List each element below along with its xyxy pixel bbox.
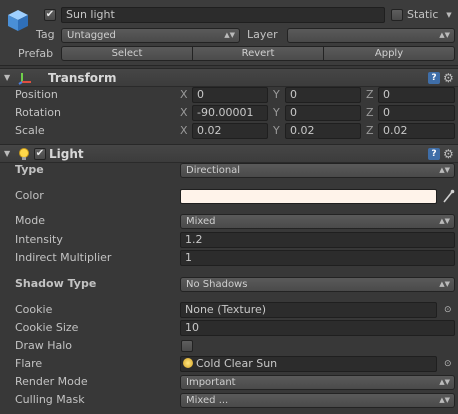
transform-header[interactable]: ▼ Transform ? ⚙ bbox=[0, 68, 458, 87]
chevron-updown-icon: ▲▼ bbox=[439, 31, 450, 39]
axis-z-label: Z bbox=[366, 124, 374, 137]
position-z-field[interactable]: 0 bbox=[378, 87, 455, 103]
type-label: Type bbox=[15, 163, 44, 176]
cookie-size-label: Cookie Size bbox=[15, 321, 79, 334]
indirect-multiplier-field[interactable]: 1 bbox=[180, 250, 455, 266]
static-checkbox[interactable] bbox=[391, 9, 403, 21]
cookie-field[interactable]: None (Texture) bbox=[180, 302, 437, 318]
intensity-field[interactable]: 1.2 bbox=[180, 232, 455, 248]
tag-label: Tag bbox=[36, 28, 55, 41]
tag-value: Untagged bbox=[67, 30, 116, 41]
position-y-field[interactable]: 0 bbox=[285, 87, 361, 103]
rotation-y-field[interactable]: 0 bbox=[285, 105, 361, 121]
prefab-select-button[interactable]: Select bbox=[61, 46, 193, 61]
culling-mask-value: Mixed ... bbox=[186, 395, 229, 406]
cookie-size-field[interactable]: 10 bbox=[180, 320, 455, 336]
object-picker-icon[interactable]: ⊙ bbox=[444, 358, 452, 370]
scale-y-field[interactable]: 0.02 bbox=[285, 123, 361, 139]
culling-mask-dropdown[interactable]: Mixed ... ▲▼ bbox=[180, 393, 455, 408]
rotation-x-field[interactable]: -90.00001 bbox=[192, 105, 268, 121]
prefab-label: Prefab bbox=[18, 47, 54, 60]
position-x-field[interactable]: 0 bbox=[192, 87, 268, 103]
scale-x-field[interactable]: 0.02 bbox=[192, 123, 268, 139]
rotation-z-field[interactable]: 0 bbox=[378, 105, 455, 121]
mode-dropdown[interactable]: Mixed ▲▼ bbox=[180, 214, 455, 229]
chevron-updown-icon: ▲▼ bbox=[439, 217, 450, 225]
layer-dropdown[interactable]: ▲▼ bbox=[287, 28, 455, 43]
chevron-updown-icon: ▲▼ bbox=[439, 396, 450, 404]
lightbulb-icon bbox=[17, 147, 31, 161]
axis-z-label: Z bbox=[366, 88, 374, 101]
prefab-revert-button[interactable]: Revert bbox=[192, 46, 324, 61]
axis-x-label: X bbox=[180, 106, 188, 119]
object-name-field[interactable]: Sun light bbox=[61, 7, 385, 23]
gear-icon[interactable]: ⚙ bbox=[443, 148, 454, 160]
light-title: Light bbox=[49, 147, 84, 161]
render-mode-value: Important bbox=[186, 377, 236, 388]
flare-asset-icon bbox=[183, 358, 193, 368]
culling-mask-label: Culling Mask bbox=[15, 393, 85, 406]
color-swatch[interactable] bbox=[180, 189, 437, 204]
flare-field[interactable]: Cold Clear Sun bbox=[180, 356, 437, 372]
render-mode-label: Render Mode bbox=[15, 375, 88, 388]
chevron-updown-icon: ▲▼ bbox=[439, 378, 450, 386]
scale-label: Scale bbox=[15, 124, 45, 137]
shadow-type-dropdown[interactable]: No Shadows ▲▼ bbox=[180, 277, 455, 292]
render-mode-dropdown[interactable]: Important ▲▼ bbox=[180, 375, 455, 390]
tag-dropdown[interactable]: Untagged ▲▼ bbox=[61, 28, 240, 43]
type-dropdown[interactable]: Directional ▲▼ bbox=[180, 163, 455, 178]
type-value: Directional bbox=[186, 165, 241, 176]
help-book-icon[interactable]: ? bbox=[428, 148, 440, 160]
indirect-multiplier-label: Indirect Multiplier bbox=[15, 251, 112, 264]
mode-value: Mixed bbox=[186, 216, 216, 227]
flare-value: Cold Clear Sun bbox=[196, 357, 278, 370]
static-label: Static bbox=[407, 8, 439, 21]
flare-label: Flare bbox=[15, 357, 43, 370]
gameobject-header: ✔ Sun light Static ▼ Tag Untagged ▲▼ Laye… bbox=[0, 0, 458, 66]
axis-x-label: X bbox=[180, 88, 188, 101]
cube-icon bbox=[6, 8, 30, 32]
shadow-type-value: No Shadows bbox=[186, 279, 248, 290]
mode-label: Mode bbox=[15, 214, 45, 227]
color-label: Color bbox=[15, 189, 44, 202]
layer-label: Layer bbox=[247, 28, 278, 41]
prefab-apply-button[interactable]: Apply bbox=[323, 46, 455, 61]
eyedropper-icon[interactable] bbox=[441, 189, 455, 204]
chevron-updown-icon: ▲▼ bbox=[439, 280, 450, 288]
static-dropdown-arrow[interactable]: ▼ bbox=[443, 9, 455, 21]
axis-z-label: Z bbox=[366, 106, 374, 119]
intensity-label: Intensity bbox=[15, 233, 63, 246]
foldout-arrow-icon[interactable]: ▼ bbox=[4, 72, 10, 84]
chevron-updown-icon: ▲▼ bbox=[224, 31, 235, 39]
object-picker-icon[interactable]: ⊙ bbox=[444, 304, 452, 316]
scale-z-field[interactable]: 0.02 bbox=[378, 123, 455, 139]
light-enabled-checkbox[interactable]: ✔ bbox=[34, 148, 46, 160]
axis-y-label: Y bbox=[273, 124, 280, 137]
rotation-label: Rotation bbox=[15, 106, 62, 119]
transform-axes-icon bbox=[18, 71, 32, 85]
position-label: Position bbox=[15, 88, 58, 101]
help-book-icon[interactable]: ? bbox=[428, 72, 440, 84]
draw-halo-label: Draw Halo bbox=[15, 339, 73, 352]
light-header[interactable]: ▼ ✔ Light ? ⚙ bbox=[0, 144, 458, 163]
cookie-label: Cookie bbox=[15, 303, 53, 316]
draw-halo-checkbox[interactable] bbox=[181, 340, 193, 352]
chevron-updown-icon: ▲▼ bbox=[439, 166, 450, 174]
axis-y-label: Y bbox=[273, 88, 280, 101]
axis-y-label: Y bbox=[273, 106, 280, 119]
active-checkbox[interactable]: ✔ bbox=[44, 9, 56, 21]
foldout-arrow-icon[interactable]: ▼ bbox=[4, 148, 10, 160]
shadow-type-label: Shadow Type bbox=[15, 277, 97, 290]
gear-icon[interactable]: ⚙ bbox=[443, 72, 454, 84]
axis-x-label: X bbox=[180, 124, 188, 137]
transform-title: Transform bbox=[48, 71, 117, 85]
